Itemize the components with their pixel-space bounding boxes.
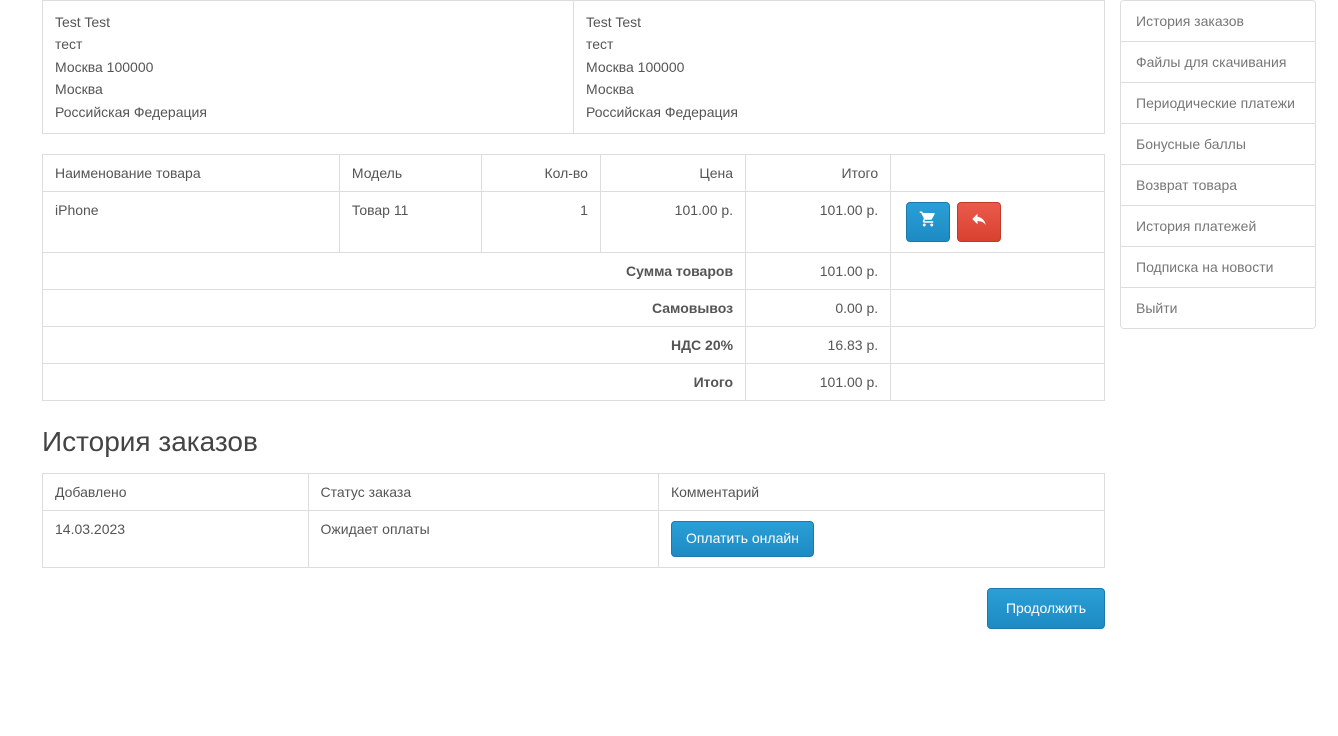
totals-row: НДС 20% 16.83 р. [43, 326, 1105, 363]
table-row: 14.03.2023 Ожидает оплаты Оплатить онлай… [43, 510, 1105, 567]
col-qty: Кол-во [481, 154, 600, 191]
shipping-address: Test Test тест Москва 100000 Москва Росс… [574, 1, 1105, 134]
main-content: Test Test тест Москва 100000 Москва Росс… [0, 0, 1120, 649]
cell-model: Товар 11 [339, 191, 481, 252]
totals-row: Итого 101.00 р. [43, 363, 1105, 400]
table-row: iPhone Товар 11 1 101.00 р. 101.00 р. [43, 191, 1105, 252]
address-line2: Москва 100000 [55, 59, 153, 75]
col-actions [891, 154, 1105, 191]
col-name: Наименование товара [43, 154, 340, 191]
sidebar-item-reward-points[interactable]: Бонусные баллы [1121, 124, 1315, 165]
addresses-table: Test Test тест Москва 100000 Москва Росс… [42, 0, 1105, 134]
cell-actions [891, 191, 1105, 252]
sidebar-menu: История заказов Файлы для скачивания Пер… [1120, 0, 1316, 329]
reply-icon [970, 210, 988, 234]
sidebar-item-order-history[interactable]: История заказов [1121, 1, 1315, 42]
cell-added: 14.03.2023 [43, 510, 309, 567]
cell-comment: Оплатить онлайн [658, 510, 1104, 567]
col-status: Статус заказа [308, 473, 658, 510]
pay-online-button[interactable]: Оплатить онлайн [671, 521, 814, 557]
cell-price: 101.00 р. [600, 191, 745, 252]
cell-total: 101.00 р. [746, 191, 891, 252]
col-comment: Комментарий [658, 473, 1104, 510]
address-city: Москва [55, 81, 103, 97]
sidebar-item-returns[interactable]: Возврат товара [1121, 165, 1315, 206]
total-value: 101.00 р. [746, 363, 891, 400]
bottom-actions: Продолжить [42, 588, 1105, 630]
address-name: Test Test [586, 14, 641, 30]
history-table: Добавлено Статус заказа Комментарий 14.0… [42, 473, 1105, 568]
sidebar-item-transactions[interactable]: История платежей [1121, 206, 1315, 247]
totals-row: Самовывоз 0.00 р. [43, 289, 1105, 326]
sidebar-item-logout[interactable]: Выйти [1121, 288, 1315, 328]
total-label: Самовывоз [652, 300, 733, 316]
address-line2: Москва 100000 [586, 59, 684, 75]
return-button[interactable] [957, 202, 1001, 242]
total-value: 101.00 р. [746, 252, 891, 289]
address-name: Test Test [55, 14, 110, 30]
col-added: Добавлено [43, 473, 309, 510]
address-line1: тест [586, 36, 613, 52]
total-label: НДС 20% [671, 337, 733, 353]
total-label: Итого [694, 374, 733, 390]
continue-button[interactable]: Продолжить [987, 588, 1105, 630]
billing-address: Test Test тест Москва 100000 Москва Росс… [43, 1, 574, 134]
totals-row: Сумма товаров 101.00 р. [43, 252, 1105, 289]
products-table: Наименование товара Модель Кол-во Цена И… [42, 154, 1105, 401]
address-city: Москва [586, 81, 634, 97]
col-price: Цена [600, 154, 745, 191]
total-value: 16.83 р. [746, 326, 891, 363]
total-label: Сумма товаров [626, 263, 733, 279]
cell-name: iPhone [43, 191, 340, 252]
address-line1: тест [55, 36, 82, 52]
cell-qty: 1 [481, 191, 600, 252]
cell-status: Ожидает оплаты [308, 510, 658, 567]
sidebar-item-recurring[interactable]: Периодические платежи [1121, 83, 1315, 124]
col-total: Итого [746, 154, 891, 191]
sidebar-item-newsletter[interactable]: Подписка на новости [1121, 247, 1315, 288]
cart-icon [919, 210, 937, 234]
address-country: Российская Федерация [586, 104, 738, 120]
total-value: 0.00 р. [746, 289, 891, 326]
col-model: Модель [339, 154, 481, 191]
sidebar-item-downloads[interactable]: Файлы для скачивания [1121, 42, 1315, 83]
reorder-button[interactable] [906, 202, 950, 242]
history-heading: История заказов [42, 426, 1105, 458]
sidebar: История заказов Файлы для скачивания Пер… [1120, 0, 1316, 649]
address-country: Российская Федерация [55, 104, 207, 120]
